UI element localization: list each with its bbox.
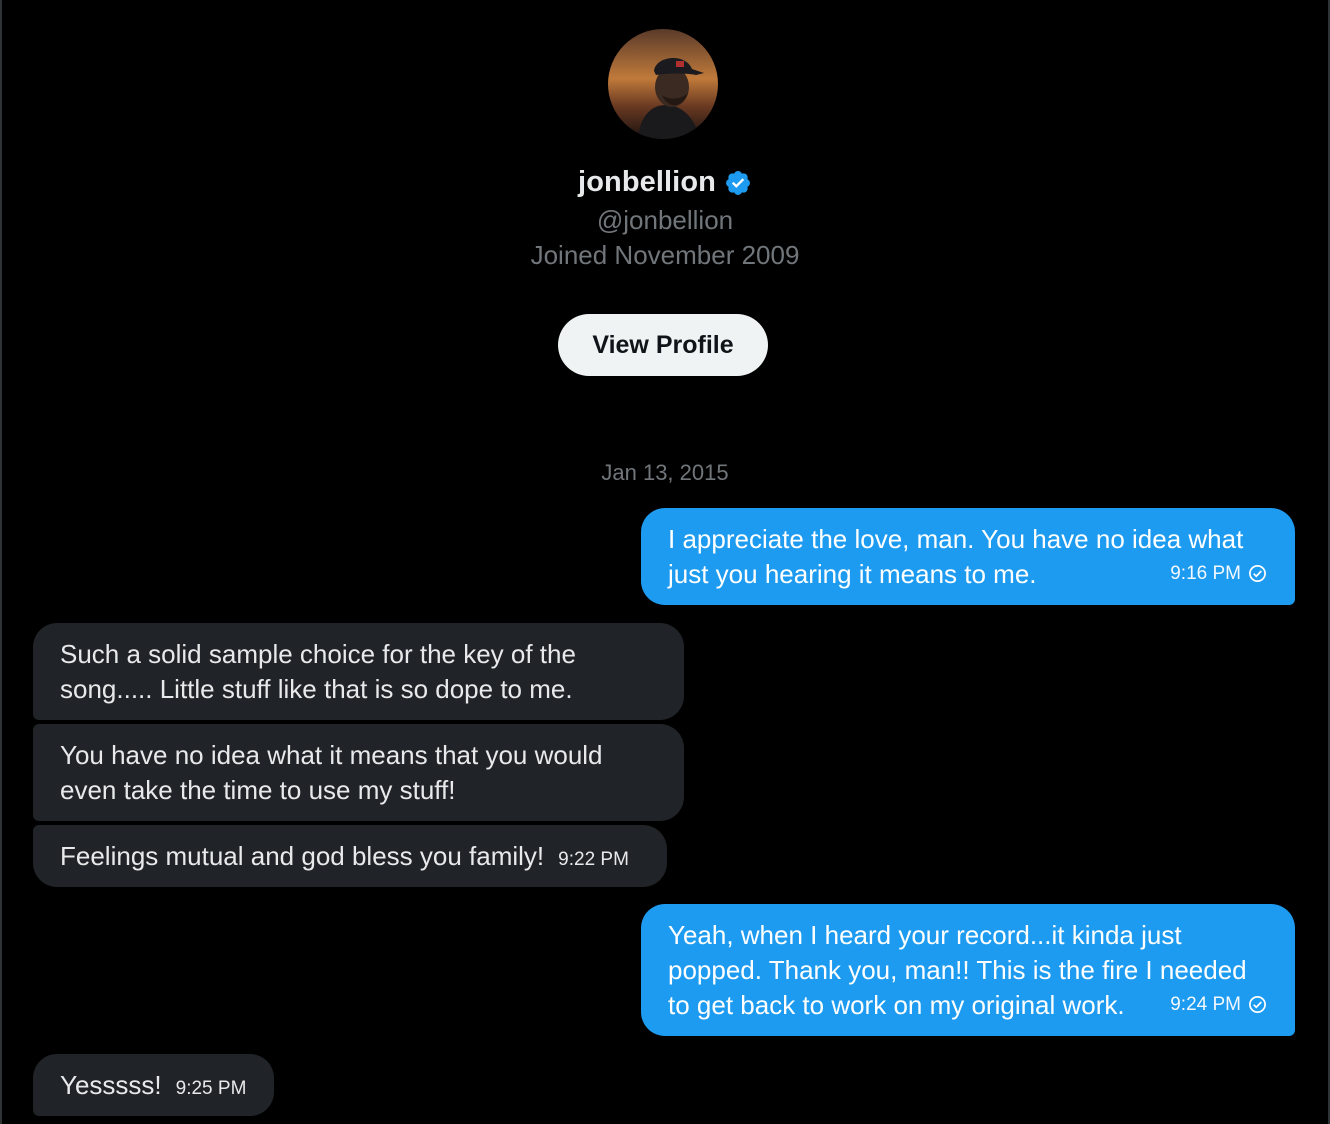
message-bubble-sent[interactable]: I appreciate the love, man. You have no …: [641, 508, 1295, 605]
display-name: jonbellion: [578, 166, 716, 198]
message-bubble-received[interactable]: Yesssss! 9:25 PM: [33, 1054, 274, 1116]
message-text-line: song..... Little stuff like that is so d…: [60, 674, 573, 704]
date-separator: Jan 13, 2015: [601, 460, 729, 485]
message-timestamp: 9:16 PM: [1170, 563, 1241, 584]
message-text-line: popped. Thank you, man!! This is the fir…: [668, 955, 1247, 985]
view-profile-button[interactable]: View Profile: [558, 314, 768, 376]
message-timestamp: 9:24 PM: [1170, 994, 1241, 1015]
display-name-row: jonbellion: [0, 166, 1330, 199]
message-meta: 9:25 PM: [176, 1068, 247, 1106]
message-bubble-received[interactable]: Feelings mutual and god bless you family…: [33, 825, 667, 887]
message-bubble-sent[interactable]: Yeah, when I heard your record...it kind…: [641, 904, 1295, 1036]
profile-handle: @jonbellion: [596, 205, 734, 235]
message-timestamp: 9:25 PM: [175, 1078, 247, 1099]
check-circle-icon: [1249, 996, 1266, 1013]
message-text-line: I appreciate the love, man. You have no …: [668, 524, 1244, 554]
message-text-line: You have no idea what it means that you …: [60, 740, 603, 770]
message-meta: 9:24 PM: [1170, 987, 1267, 1022]
avatar[interactable]: [608, 29, 718, 139]
message-bubble-received[interactable]: You have no idea what it means that you …: [33, 724, 684, 821]
verified-badge-icon: [724, 169, 752, 197]
message-meta: 9:16 PM: [1170, 556, 1267, 591]
message-text-line: Yesssss!: [60, 1070, 162, 1100]
check-circle-icon: [1249, 565, 1266, 582]
message-text-line: even take the time to use my stuff!: [60, 775, 456, 805]
message-text-line: Yeah, when I heard your record...it kind…: [668, 920, 1182, 950]
message-timestamp: 9:22 PM: [558, 849, 629, 870]
joined-date: Joined November 2009: [530, 240, 800, 270]
message-text-line: Feelings mutual and god bless you family…: [60, 841, 545, 871]
message-text-line: Such a solid sample choice for the key o…: [60, 639, 576, 669]
message-meta: 9:22 PM: [558, 839, 629, 877]
message-bubble-received[interactable]: Such a solid sample choice for the key o…: [33, 623, 684, 720]
